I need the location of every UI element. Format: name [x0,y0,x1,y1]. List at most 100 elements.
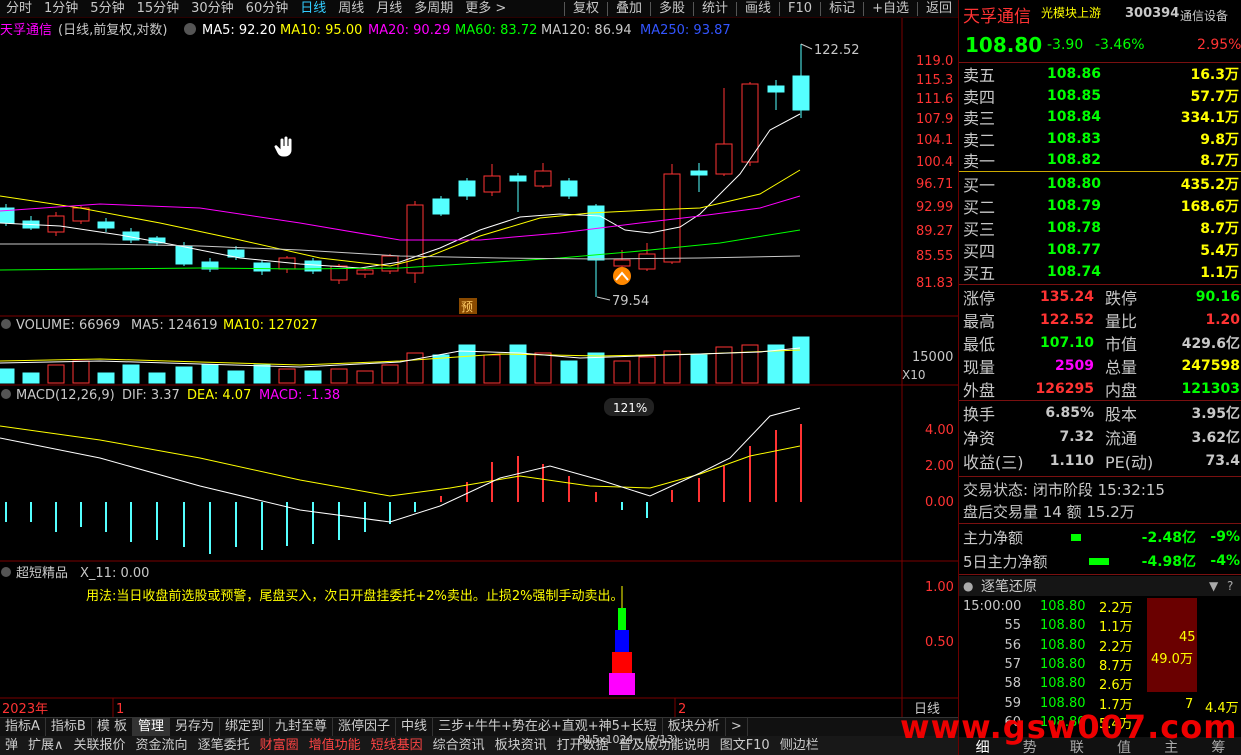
ma-legend: MA5: 92.20 MA10: 95.00 MA20: 90.29 MA60: 83… [202,23,731,38]
info-tab-0[interactable]: 关联报价 [69,736,131,755]
candle-7 [175,245,193,265]
toolbar-button-2[interactable]: 多股 [653,0,691,18]
indicator-tab-3[interactable]: 管理 [132,718,170,736]
info-tab-6[interactable]: 综合资讯 [428,736,490,755]
stat-value: 107.10 [1039,335,1094,351]
price-axis: 119.0 115.3 111.6 107.9 104.1 100.4 96.71 92.99… [916,54,953,291]
indicator-tab-8[interactable]: 中线 [396,718,434,736]
filter-icon[interactable]: ▼ [1209,579,1218,593]
buy-price: 108.80 [1047,176,1102,192]
price-tick-9: 85.55 [916,249,953,264]
period-tab-10[interactable]: 更多 > [459,0,512,18]
indicator-tab-2[interactable]: 模 板 [92,718,133,736]
tick-time: 58 [1004,676,1021,692]
volume-unit: X10 [902,368,926,382]
toolbar-button-6[interactable]: 标记 [823,0,861,18]
buy-row-2: 买三 108.78 8.7万 [959,217,1241,239]
macd-toggle-icon[interactable] [1,389,11,399]
stat-value: 247598 [1181,358,1240,374]
stock-name: 天孚通信 [963,6,1031,27]
info-tab-7[interactable]: 板块资讯 [490,736,552,755]
stat-label: 跌停 [1105,289,1138,308]
indicator-tab-5[interactable]: 绑定到 [220,718,271,736]
price-tick-4: 104.1 [916,133,953,148]
stat-value: 73.4 [1205,453,1240,469]
industry[interactable]: 通信设备 [1180,7,1228,24]
toolbar-button-4[interactable]: 画线 [739,0,777,18]
volume-chart [0,336,810,384]
sell-volume: 9.8万 [1200,131,1239,148]
buy-volume: 5.4万 [1200,243,1239,259]
info-tab-2[interactable]: 逐笔委托 [193,736,255,755]
toolbar-button-8[interactable]: 返回 [920,0,958,18]
date-axis-month2: 2 [678,702,686,717]
indicator-toggle-icon[interactable] [1,567,11,577]
toolbar-button-1[interactable]: 叠加 [610,0,648,18]
candle-28 [715,143,733,175]
period-tab-9[interactable]: 多周期 [408,0,459,18]
indicator-bar-blue [615,630,629,652]
toolbar-button-7[interactable]: +自选 [866,0,915,18]
period-tab-6[interactable]: 日线 [294,0,332,18]
tick-price: 108.80 [1040,676,1086,692]
volume-toggle-icon[interactable] [1,319,11,329]
period-tab-1[interactable]: 1分钟 [38,0,84,18]
left-tab-0[interactable]: 弹 [0,736,23,755]
info-tab-5[interactable]: 短线基因 [366,736,428,755]
sell-label: 卖四 [963,87,996,107]
info-tab-4[interactable]: 增值功能 [304,736,366,755]
indicator-tab-7[interactable]: 涨停因子 [333,718,397,736]
info-tab-3[interactable]: 财富圈 [255,736,304,755]
flow-pct: -4% [1210,553,1240,569]
help-icon[interactable]: ? [1227,579,1233,593]
stat-value: 90.16 [1195,289,1240,305]
legend-toggle-icon[interactable] [184,23,196,35]
toolbar-button-0[interactable]: 复权 [567,0,605,18]
dif-line [0,407,801,523]
macd-axis-1: 4.00 [925,423,954,438]
period-tab-3[interactable]: 15分钟 [131,0,186,18]
period-tab-8[interactable]: 月线 [370,0,408,18]
period-tab-0[interactable]: 分时 [0,0,38,18]
candle-19 [483,175,501,193]
ticks-toggle-icon[interactable]: ● [963,579,973,593]
stat-label: 最高 [963,312,996,331]
candle-2 [47,215,65,233]
volume-bar-26 [663,350,681,384]
flow-pct: -9% [1210,529,1240,545]
indicator-tab-6[interactable]: 九封至尊 [270,718,334,736]
macd-value: MACD: -1.38 [259,388,340,403]
toolbar-button-3[interactable]: 统计 [696,0,734,18]
price-tick-10: 81.83 [916,276,953,291]
stat-value: 2509 [1055,358,1094,374]
indicator-tab-4[interactable]: 另存为 [170,718,220,736]
sell-price: 108.84 [1047,109,1102,126]
volume-axis: 15000 [912,350,953,365]
left-tab-1[interactable]: 扩展∧ [23,736,69,755]
period-tab-5[interactable]: 60分钟 [240,0,295,18]
toolbar-button-5[interactable]: F10 [782,0,818,18]
volume-bar-10 [253,364,271,384]
period-tab-4[interactable]: 30分钟 [185,0,240,18]
block-count: 45 [1179,630,1196,645]
info-tab-10[interactable]: 图文F10 [715,736,775,755]
ma-legend-0: MA5: 92.20 [202,23,276,38]
info-tab-1[interactable]: 资金流向 [131,736,193,755]
volume-bar-5 [122,364,140,384]
stat-value: 122.52 [1039,312,1094,328]
chart-area[interactable]: 119.0 115.3 111.6 107.9 104.1 100.4 96.71 92.99… [0,18,958,717]
candle-3 [72,207,90,222]
macd-dea: DEA: 4.07 [187,388,251,403]
indicator-tab-0[interactable]: 指标A [0,718,46,736]
stats-row-2: 最低 107.10 市值 429.6亿 [959,332,1241,354]
period-tab-7[interactable]: 周线 [332,0,370,18]
indicator-tab-1[interactable]: 指标B [46,718,92,736]
stat-label: 量比 [1105,312,1138,331]
tick-price: 108.80 [1040,599,1086,614]
indicator-tabs: 指标A 指标B 模 板管理 另存为 绑定到 九封至尊 涨停因子 中线 三步+牛牛+势在必+直观+… [0,717,958,736]
period-tab-2[interactable]: 5分钟 [84,0,130,18]
sector-name[interactable]: 光模块上游 [1041,4,1101,21]
indicator-tab-11[interactable]: > [726,718,748,736]
buy-price: 108.79 [1047,198,1102,214]
info-tab-11[interactable]: 侧边栏 [775,736,824,755]
